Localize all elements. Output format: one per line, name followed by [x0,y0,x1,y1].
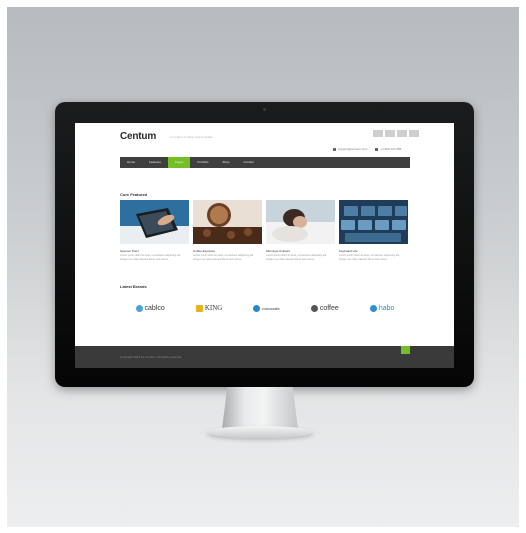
nav-item-portfolio[interactable]: Portfolio [190,157,215,168]
services-title: Core Featured [120,192,148,197]
nav-item-pages[interactable]: Pages [167,157,191,168]
card-woman[interactable]: Mornings Ambient Lorem ipsum dolor sit a… [266,200,335,262]
website-screen: Centum A modern creative web template su… [75,123,454,368]
brand-logo[interactable]: habo [369,304,395,312]
card-title[interactable]: Mornings Ambient [266,249,335,253]
card-image-tablet [120,200,189,244]
back-to-top-button[interactable] [401,346,410,354]
card-image-keyboard [339,200,408,244]
card-coffee[interactable]: Coffee Espresso Lorem ipsum dolor sit am… [193,200,262,262]
card-title[interactable]: Spencer Pixel [120,249,189,253]
card-text: Lorem ipsum dolor sit amet, consectetur … [339,254,400,261]
brand-logo[interactable]: microsafe [253,304,280,312]
card-text: Lorem ipsum dolor sit amet, consectetur … [120,254,181,261]
brand-name: KING [204,304,223,312]
nav-item-shop[interactable]: Shop [215,157,236,168]
brand-mark-icon [253,304,261,312]
brand-name: cablco [144,304,165,312]
social-icon[interactable] [409,130,419,137]
nav-item-features[interactable]: Features [142,157,168,168]
envelope-icon [333,147,336,151]
nav-item-contact[interactable]: Contact [236,157,260,168]
main-nav: Home Features Pages Portfolio Shop Conta… [120,157,410,168]
site-footer: Copyright 2014 by Centum. All rights res… [75,346,454,368]
brand-name: microsafe [262,305,280,311]
brand-logo[interactable]: cablco [135,304,165,312]
brand-name: habo [378,304,395,312]
card-image-coffee [193,200,262,244]
social-links [373,130,419,137]
phone-icon [375,147,379,151]
featured-cards: Spencer Pixel Lorem ipsum dolor sit amet… [120,200,408,262]
crown-icon [195,304,203,312]
social-icon[interactable] [373,130,383,137]
brand-logo[interactable]: coffee [310,304,339,312]
card-tablet[interactable]: Spencer Pixel Lorem ipsum dolor sit amet… [120,200,189,262]
card-title[interactable]: Coffee Espresso [193,249,262,253]
contact-phone-text: +1 800 123 456 [380,147,402,151]
contact-info: support@centum.com +1 800 123 456 [333,147,401,151]
contact-email[interactable]: support@centum.com [333,147,367,151]
site-tagline: A modern creative web template [170,135,213,139]
card-title[interactable]: Keyboard Life [339,249,408,253]
brand-name: coffee [319,304,339,312]
nav-item-home[interactable]: Home [120,157,142,168]
card-text: Lorem ipsum dolor sit amet, consectetur … [266,254,327,261]
footer-copyright: Copyright 2014 by Centum. All rights res… [120,355,183,359]
contact-email-text: support@centum.com [338,147,368,151]
brand-mark-icon [135,304,143,312]
brands-title: Latest Brands [120,284,147,289]
social-icon[interactable] [397,130,407,137]
card-text: Lorem ipsum dolor sit amet, consectetur … [193,254,254,261]
social-icon[interactable] [385,130,395,137]
monitor-base [207,426,313,438]
brand-logos: cablco KING microsafe coffee habo [120,291,410,325]
contact-phone: +1 800 123 456 [375,147,401,151]
site-logo[interactable]: Centum [120,131,156,142]
camera-dot [263,108,266,111]
monitor-stand [222,387,298,429]
monitor: Centum A modern creative web template su… [55,102,474,387]
cup-icon [310,304,318,312]
card-keyboard[interactable]: Keyboard Life Lorem ipsum dolor sit amet… [339,200,408,262]
card-image-woman [266,200,335,244]
brand-logo[interactable]: KING [195,304,223,312]
brand-mark-icon [369,304,377,312]
